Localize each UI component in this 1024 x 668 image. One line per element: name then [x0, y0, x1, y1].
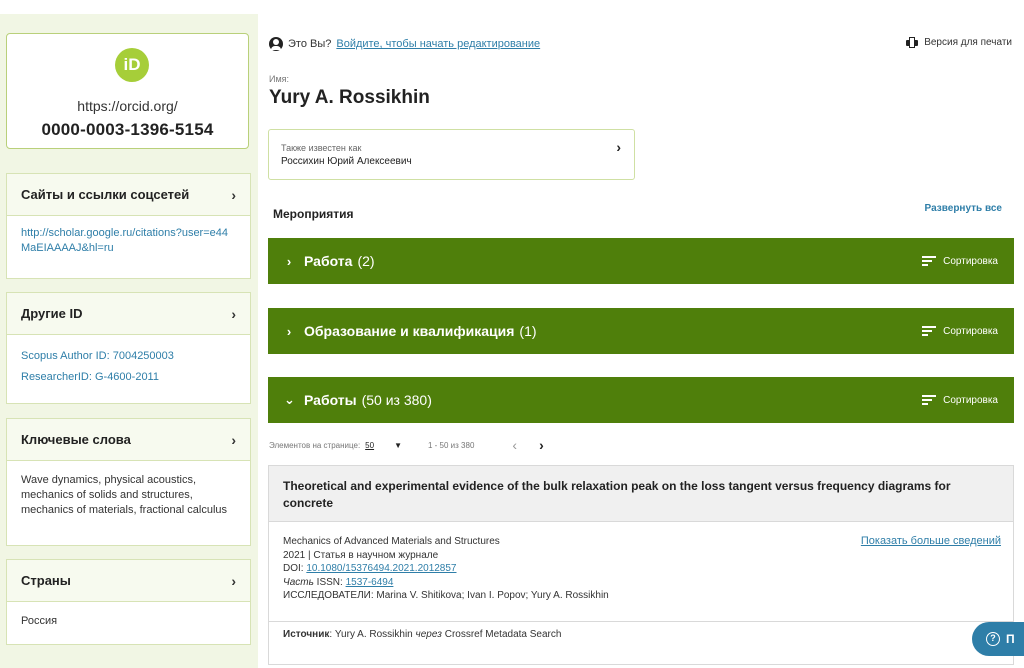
chevron-down-icon: ⌄	[284, 392, 295, 407]
country-value: Россия	[21, 615, 58, 627]
section-count: (1)	[519, 323, 537, 339]
section-bar-education[interactable]: › Образование и квалификация (1) Сортиро…	[268, 308, 1014, 354]
other-ids-title: Другие ID	[21, 306, 83, 321]
section-bar-works[interactable]: ⌄ Работы (50 из 380) Сортировка	[268, 377, 1014, 423]
aka-value: Россихин Юрий Алексеевич	[281, 156, 412, 167]
countries-title: Страны	[21, 573, 71, 588]
source-author: : Yury A. Rossikhin	[329, 629, 413, 640]
name-label: Имя:	[269, 74, 290, 84]
keywords-card: Ключевые слова › Wave dynamics, physical…	[6, 418, 251, 546]
keywords-header[interactable]: Ключевые слова ›	[7, 419, 250, 461]
keywords-text: Wave dynamics, physical acoustics, mecha…	[21, 474, 228, 516]
work-source: Источник: Yury A. Rossikhin через Crossr…	[269, 621, 1013, 647]
help-button[interactable]: ? П	[972, 622, 1024, 656]
part-label: Часть	[283, 576, 314, 588]
printer-icon	[906, 37, 919, 48]
pagination: Элементов на странице: 50 ▼ 1 - 50 из 38…	[269, 437, 544, 453]
per-page-select[interactable]: 50	[365, 441, 374, 450]
sort-button[interactable]: Сортировка	[922, 326, 998, 337]
websites-header[interactable]: Сайты и ссылки соцсетей ›	[7, 174, 250, 216]
keywords-title: Ключевые слова	[21, 432, 131, 447]
scholar-link[interactable]: http://scholar.google.ru/citations?user=…	[21, 227, 228, 254]
chevron-right-icon: ›	[231, 186, 236, 203]
next-page-icon[interactable]: ›	[539, 437, 544, 453]
activities-title: Мероприятия	[273, 207, 354, 221]
is-you-text: Это Вы?	[288, 38, 332, 50]
chevron-right-icon: ›	[286, 253, 292, 269]
aka-label: Также известен как	[281, 143, 362, 153]
websites-title: Сайты и ссылки соцсетей	[21, 187, 190, 202]
orcid-id-number: 0000-0003-1396-5154	[41, 120, 214, 139]
section-title: Работа	[304, 253, 353, 269]
sort-label: Сортировка	[943, 255, 998, 267]
other-ids-header[interactable]: Другие ID ›	[7, 293, 250, 335]
issn-label: ISSN:	[316, 576, 343, 588]
help-icon: ?	[986, 632, 1000, 646]
section-bar-employment[interactable]: › Работа (2) Сортировка	[268, 238, 1014, 284]
orcid-url: https://orcid.org/	[77, 98, 178, 114]
work-researchers: ИССЛЕДОВАТЕЛИ: Marina V. Shitikova; Ivan…	[283, 590, 609, 601]
signin-prompt: Это Вы? Войдите, чтобы начать редактиров…	[269, 37, 540, 51]
expand-all-button[interactable]: Развернуть все	[925, 203, 1002, 214]
doi-link[interactable]: 10.1080/15376494.2021.2012857	[306, 563, 456, 574]
websites-card: Сайты и ссылки соцсетей › http://scholar…	[6, 173, 251, 279]
section-title: Образование и квалификация	[304, 323, 515, 339]
sort-button[interactable]: Сортировка	[922, 256, 998, 267]
dropdown-caret-icon[interactable]: ▼	[394, 441, 402, 450]
prev-page-icon[interactable]: ‹	[512, 437, 517, 453]
work-year-type: 2021 | Статья в научном журнале	[283, 549, 439, 561]
work-issn-line: Часть ISSN: 1537-6494	[283, 576, 609, 590]
user-icon	[269, 37, 283, 51]
show-more-link[interactable]: Показать больше сведений	[861, 535, 1001, 547]
issn-link[interactable]: 1537-6494	[346, 577, 394, 588]
help-label: П	[1006, 632, 1015, 646]
work-title: Theoretical and experimental evidence of…	[269, 466, 1013, 522]
sort-icon	[922, 256, 937, 266]
also-known-as-card[interactable]: Также известен как Россихин Юрий Алексее…	[268, 129, 635, 180]
sort-button[interactable]: Сортировка	[922, 395, 998, 406]
work-item: Theoretical and experimental evidence of…	[268, 465, 1014, 665]
page-range: 1 - 50 из 380	[428, 440, 475, 450]
researcher-id[interactable]: ResearcherID: G-4600-2011	[21, 370, 236, 385]
profile-name: Yury A. Rossikhin	[269, 87, 430, 108]
sort-icon	[922, 395, 937, 405]
work-doi-line: DOI: 10.1080/15376494.2021.2012857	[283, 562, 609, 576]
chevron-right-icon: ›	[286, 323, 292, 339]
orcid-id-card: iD https://orcid.org/ 0000-0003-1396-515…	[6, 33, 249, 149]
sort-label: Сортировка	[943, 325, 998, 337]
chevron-right-icon: ›	[231, 305, 236, 322]
orcid-logo-icon: iD	[115, 48, 149, 82]
work-journal: Mechanics of Advanced Materials and Stru…	[283, 536, 500, 547]
signin-link[interactable]: Войдите, чтобы начать редактирование	[336, 38, 540, 50]
scopus-id[interactable]: Scopus Author ID: 7004250003	[21, 349, 236, 364]
section-title: Работы	[304, 392, 357, 408]
countries-card: Страны › Россия	[6, 559, 251, 645]
chevron-right-icon: ›	[231, 431, 236, 448]
source-label: Источник	[283, 629, 330, 640]
chevron-right-icon: ›	[231, 572, 236, 589]
section-count: (50 из 380)	[361, 392, 432, 408]
other-ids-card: Другие ID › Scopus Author ID: 7004250003…	[6, 292, 251, 404]
chevron-right-icon: ›	[616, 139, 621, 155]
sort-icon	[922, 326, 937, 336]
doi-label: DOI:	[283, 563, 304, 574]
print-version-button[interactable]: Версия для печати	[906, 37, 1012, 48]
sort-label: Сортировка	[943, 394, 998, 406]
work-meta: Mechanics of Advanced Materials and Stru…	[283, 535, 609, 603]
source-db: Crossref Metadata Search	[444, 629, 562, 640]
section-count: (2)	[357, 253, 375, 269]
countries-header[interactable]: Страны ›	[7, 560, 250, 602]
print-label: Версия для печати	[924, 37, 1012, 48]
source-via: через	[415, 629, 442, 640]
per-page-label: Элементов на странице:	[269, 440, 361, 450]
